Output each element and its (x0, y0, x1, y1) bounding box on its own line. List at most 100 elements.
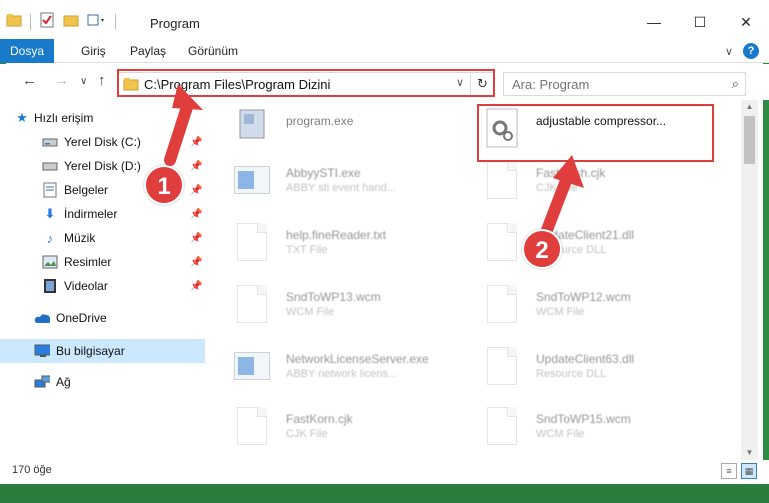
file-item[interactable]: SndToWP15.wcm WCM File (484, 404, 714, 454)
document-file-icon (234, 282, 270, 326)
sidebar-item-label: Belgeler (64, 183, 109, 197)
file-item[interactable]: UpdateClient63.dll Resource DLL (484, 344, 714, 394)
file-item[interactable]: program.exe (234, 106, 464, 156)
file-type: TXT File (286, 244, 328, 256)
file-item[interactable]: UpdateClient21.dll Resource DLL (484, 220, 714, 270)
drive-icon (42, 134, 58, 150)
file-type: WCM File (286, 306, 335, 318)
maximize-button[interactable]: ☐ (677, 0, 723, 44)
file-name: UpdateClient63.dll (536, 352, 635, 366)
tab-giris[interactable]: Giriş (81, 39, 106, 63)
tab-gorunum[interactable]: Görünüm (188, 39, 238, 63)
folder-icon (6, 13, 22, 30)
file-name: SndToWP15.wcm (536, 412, 631, 426)
sidebar-item-label: Resimler (64, 255, 112, 269)
status-bar: 170 öğe ≡ ▦ (0, 460, 769, 484)
tab-dosya[interactable]: Dosya (0, 39, 55, 63)
file-item[interactable]: SndToWP13.wcm WCM File (234, 282, 464, 332)
file-type: ABBY network licens... (286, 368, 398, 380)
document-file-icon (484, 404, 520, 448)
documents-icon (42, 182, 58, 198)
network-icon (34, 374, 50, 390)
pin-icon[interactable]: 📌 (190, 281, 202, 292)
sidebar-item-label: OneDrive (56, 311, 107, 325)
vertical-scrollbar[interactable]: ▲ ▼ (741, 100, 758, 460)
file-item[interactable]: AbbyySTI.exe ABBY sti event hand... (234, 158, 464, 208)
sidebar-item-label: Hızlı erişim (34, 111, 94, 125)
new-folder-icon[interactable] (63, 13, 79, 30)
file-name: help.fineReader.txt (286, 228, 387, 242)
search-input[interactable] (512, 73, 722, 95)
close-button[interactable]: ✕ (723, 0, 769, 44)
file-name: SndToWP12.wcm (536, 290, 631, 304)
sidebar-item-onedrive[interactable]: OneDrive (0, 306, 205, 330)
tiles-view-icon[interactable]: ▦ (741, 463, 757, 479)
sidebar-item-downloads[interactable]: ⬇ İndirmeler 📌 (0, 202, 205, 226)
file-name: AbbyySTI.exe (286, 166, 361, 180)
sidebar-item-network[interactable]: Ağ (0, 370, 205, 394)
sidebar-item-this-pc[interactable]: Bu bilgisayar (0, 339, 205, 363)
recent-locations-button[interactable]: ∨ (80, 76, 87, 87)
minimize-button[interactable]: — (631, 0, 677, 44)
video-icon (42, 278, 58, 294)
file-item[interactable]: NetworkLicenseServer.exe ABBY network li… (234, 344, 464, 394)
pin-icon[interactable]: 📌 (190, 257, 202, 268)
ribbon: Dosya Giriş Paylaş Görünüm ∨ ? (0, 39, 769, 63)
dll-file-icon (484, 344, 520, 388)
pin-icon[interactable]: 📌 (190, 185, 202, 196)
properties-icon[interactable] (39, 12, 55, 31)
ribbon-collapse-icon[interactable]: ∨ (725, 45, 733, 58)
file-item[interactable]: FastKorn.cjk CJK File (234, 404, 464, 454)
search-icon[interactable]: ⌕ (732, 76, 739, 92)
forward-button[interactable]: → (54, 72, 69, 89)
sidebar-item-quick-access[interactable]: ★ Hızlı erişim (0, 106, 205, 130)
pin-icon[interactable]: 📌 (190, 137, 202, 148)
sidebar-item-label: İndirmeler (64, 207, 118, 221)
scroll-down-icon[interactable]: ▼ (741, 446, 758, 460)
sidebar-item-local-disk-c[interactable]: Yerel Disk (C:) 📌 (0, 130, 205, 154)
sidebar-item-pictures[interactable]: Resimler 📌 (0, 250, 205, 274)
file-type: ABBY sti event hand... (286, 182, 396, 194)
desktop-edge-bottom (0, 484, 769, 503)
pin-icon[interactable]: 📌 (190, 233, 202, 244)
file-highlight (477, 104, 714, 162)
window-controls: — ☐ ✕ (631, 0, 769, 44)
sidebar-item-label: Müzik (64, 231, 96, 245)
ribbon-controls: ∨ ? (725, 43, 759, 59)
document-file-icon (484, 282, 520, 326)
file-item[interactable]: FastHash.cjk CJK File (484, 158, 714, 208)
file-name: SndToWP13.wcm (286, 290, 381, 304)
sidebar-item-videos[interactable]: Videolar 📌 (0, 274, 205, 298)
help-icon[interactable]: ? (743, 43, 759, 59)
file-item[interactable]: help.fineReader.txt TXT File (234, 220, 464, 270)
file-type: WCM File (536, 428, 585, 440)
up-button[interactable]: ↑ (98, 72, 106, 89)
step-2-callout: 2 (522, 229, 562, 269)
sidebar-item-label: Yerel Disk (D:) (64, 159, 141, 173)
exe-file-icon (234, 344, 270, 388)
file-type: CJK File (286, 428, 328, 440)
scroll-up-icon[interactable]: ▲ (741, 100, 758, 114)
customize-toolbar-icon[interactable] (87, 13, 107, 30)
dll-file-icon (484, 220, 520, 264)
computer-icon (34, 343, 50, 359)
search-box[interactable]: ⌕ (503, 72, 746, 96)
file-name: program.exe (286, 114, 354, 128)
title-bar: Program — ☐ ✕ (0, 0, 769, 44)
text-file-icon (234, 220, 270, 264)
file-item[interactable]: SndToWP12.wcm WCM File (484, 282, 714, 332)
tab-paylas[interactable]: Paylaş (130, 39, 166, 63)
details-view-icon[interactable]: ≡ (721, 463, 737, 479)
sidebar-item-music[interactable]: ♪ Müzik 📌 (0, 226, 205, 250)
file-name: NetworkLicenseServer.exe (286, 352, 429, 366)
file-type: CJK File (536, 182, 578, 194)
file-type: Resource DLL (536, 368, 607, 380)
view-switcher: ≡ ▦ (721, 463, 757, 479)
file-name: FastKorn.cjk (286, 412, 353, 426)
back-button[interactable]: ← (22, 72, 37, 89)
pin-icon[interactable]: 📌 (190, 161, 202, 172)
file-name: FastHash.cjk (536, 166, 606, 180)
scroll-thumb[interactable] (744, 116, 755, 164)
sidebar-item-label: Ağ (56, 375, 71, 389)
pin-icon[interactable]: 📌 (190, 209, 202, 220)
